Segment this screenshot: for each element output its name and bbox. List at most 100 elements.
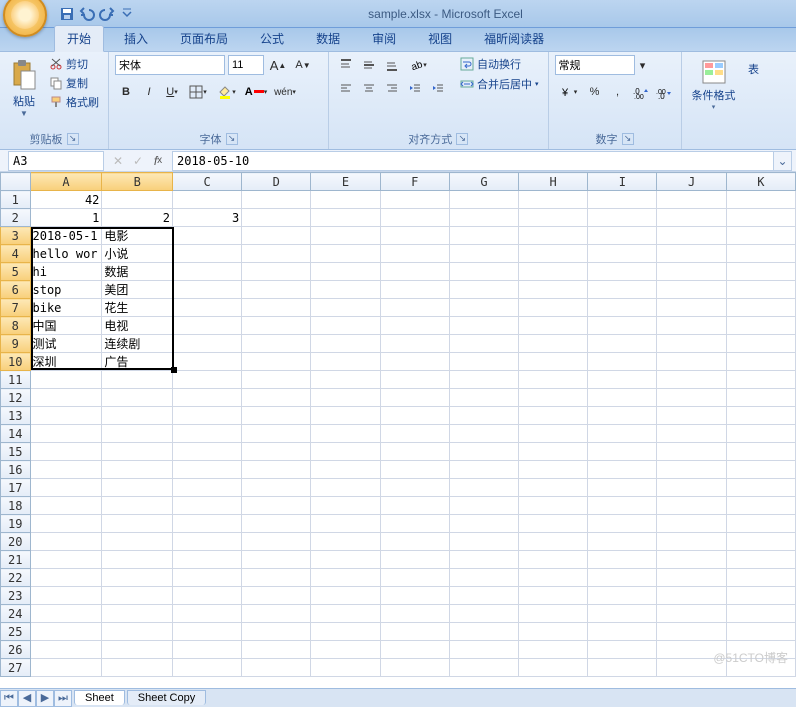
cell[interactable]	[380, 263, 449, 281]
cell[interactable]	[380, 407, 449, 425]
worksheet-grid[interactable]: ABCDEFGHIJK142212332018-05-1电影4hello wor…	[0, 172, 796, 688]
sheet-nav-first-icon[interactable]: ⏮	[0, 690, 18, 707]
cell[interactable]	[102, 605, 173, 623]
cell[interactable]	[311, 227, 380, 245]
enter-formula-icon[interactable]: ✓	[128, 151, 148, 171]
cell[interactable]	[242, 371, 311, 389]
cell[interactable]	[242, 407, 311, 425]
row-header[interactable]: 24	[1, 605, 31, 623]
align-top-icon[interactable]	[335, 55, 357, 75]
cell[interactable]	[30, 551, 102, 569]
cell[interactable]	[588, 569, 657, 587]
copy-button[interactable]: 复制	[46, 74, 102, 92]
cell[interactable]	[449, 281, 518, 299]
cell[interactable]: 3	[172, 209, 241, 227]
row-header[interactable]: 20	[1, 533, 31, 551]
cell[interactable]	[172, 371, 241, 389]
cell[interactable]	[726, 407, 795, 425]
cell[interactable]	[380, 227, 449, 245]
cell[interactable]	[311, 245, 380, 263]
cell[interactable]	[30, 605, 102, 623]
cell[interactable]	[588, 641, 657, 659]
cell[interactable]	[449, 605, 518, 623]
cell[interactable]	[30, 371, 102, 389]
cell[interactable]	[519, 389, 588, 407]
cell[interactable]	[657, 569, 726, 587]
cell[interactable]	[242, 353, 311, 371]
cell[interactable]	[449, 587, 518, 605]
cell[interactable]: 深圳	[30, 353, 102, 371]
fill-handle[interactable]	[171, 367, 177, 373]
col-header-K[interactable]: K	[726, 173, 795, 191]
cell[interactable]	[102, 515, 173, 533]
sheet-nav-prev-icon[interactable]: ◀	[18, 690, 36, 707]
cell[interactable]	[657, 353, 726, 371]
tab-插入[interactable]: 插入	[112, 26, 160, 51]
cell[interactable]	[657, 605, 726, 623]
cell[interactable]	[311, 389, 380, 407]
cell[interactable]	[519, 425, 588, 443]
tab-福昕阅读器[interactable]: 福昕阅读器	[472, 26, 556, 51]
cell[interactable]	[311, 191, 380, 209]
cell[interactable]	[172, 227, 241, 245]
row-header[interactable]: 25	[1, 623, 31, 641]
cell[interactable]	[380, 245, 449, 263]
cell[interactable]	[102, 371, 173, 389]
cell[interactable]	[726, 191, 795, 209]
bold-button[interactable]: B	[115, 82, 137, 102]
row-header[interactable]: 22	[1, 569, 31, 587]
cell[interactable]	[449, 299, 518, 317]
sheet-tab[interactable]: Sheet	[74, 690, 125, 705]
cell[interactable]	[30, 587, 102, 605]
cell[interactable]	[172, 443, 241, 461]
cell[interactable]	[657, 551, 726, 569]
sheet-nav-last-icon[interactable]: ⏭	[54, 690, 72, 707]
cell[interactable]	[519, 335, 588, 353]
cell[interactable]: 广告	[102, 353, 173, 371]
align-right-icon[interactable]	[381, 78, 403, 98]
cell[interactable]: hello wor	[30, 245, 102, 263]
cell[interactable]	[519, 191, 588, 209]
percent-button[interactable]: %	[584, 82, 606, 102]
cell[interactable]	[519, 263, 588, 281]
cell[interactable]	[380, 641, 449, 659]
cell[interactable]	[588, 281, 657, 299]
cell[interactable]	[380, 317, 449, 335]
cell[interactable]	[172, 605, 241, 623]
cell[interactable]	[30, 407, 102, 425]
cell[interactable]	[311, 263, 380, 281]
increase-font-icon[interactable]: A▲	[267, 55, 289, 75]
cell[interactable]	[172, 353, 241, 371]
cell[interactable]	[242, 317, 311, 335]
undo-icon[interactable]	[79, 6, 95, 22]
row-header[interactable]: 18	[1, 497, 31, 515]
cell[interactable]	[588, 389, 657, 407]
cell[interactable]: 小说	[102, 245, 173, 263]
cell[interactable]	[311, 461, 380, 479]
cell[interactable]	[588, 371, 657, 389]
cell[interactable]	[726, 533, 795, 551]
row-header[interactable]: 16	[1, 461, 31, 479]
cell[interactable]	[380, 533, 449, 551]
cell[interactable]	[172, 335, 241, 353]
cell[interactable]	[519, 587, 588, 605]
cell[interactable]	[519, 551, 588, 569]
cell[interactable]	[311, 443, 380, 461]
row-header[interactable]: 7	[1, 299, 31, 317]
decrease-font-icon[interactable]: A▼	[292, 55, 314, 75]
row-header[interactable]: 21	[1, 551, 31, 569]
cell[interactable]	[657, 245, 726, 263]
cell[interactable]	[311, 407, 380, 425]
font-size-input[interactable]	[228, 55, 264, 75]
row-header[interactable]: 26	[1, 641, 31, 659]
row-header[interactable]: 14	[1, 425, 31, 443]
cell[interactable]	[172, 299, 241, 317]
cell[interactable]	[588, 191, 657, 209]
cell[interactable]	[172, 245, 241, 263]
cell[interactable]	[380, 479, 449, 497]
cell[interactable]	[588, 497, 657, 515]
cell[interactable]	[726, 497, 795, 515]
cell[interactable]	[242, 443, 311, 461]
cell[interactable]	[311, 533, 380, 551]
cell[interactable]	[242, 587, 311, 605]
